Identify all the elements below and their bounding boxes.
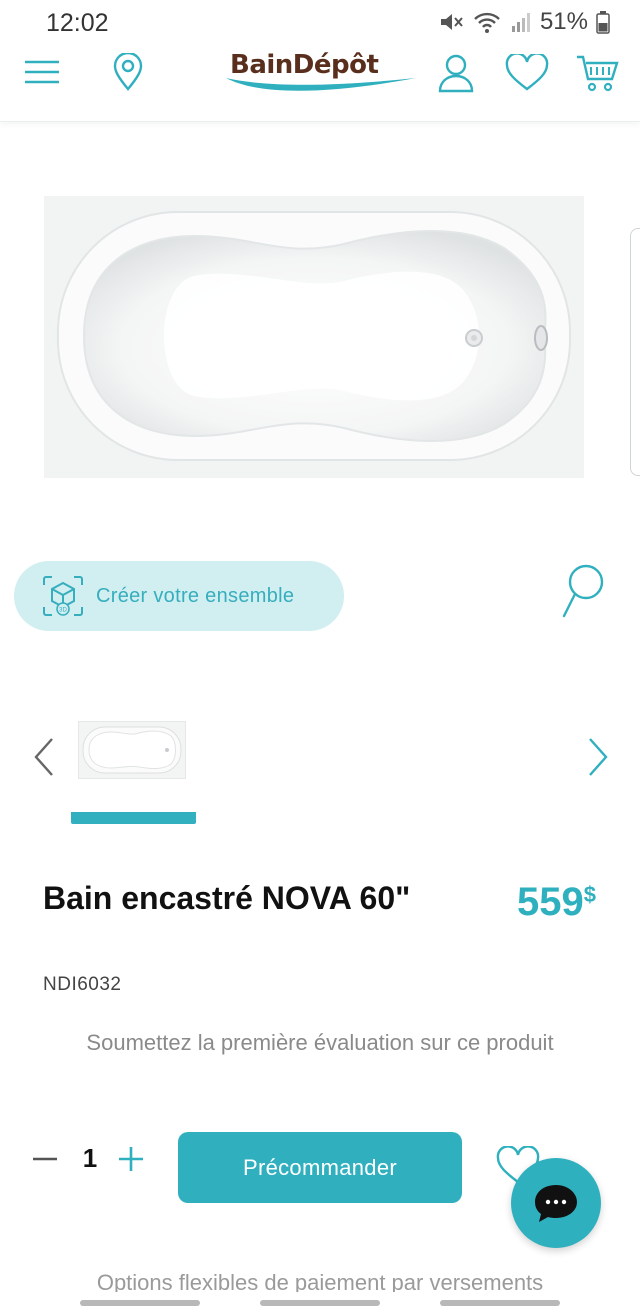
thumbnail-image[interactable] [78, 721, 186, 779]
side-drawer-tab[interactable] [630, 228, 640, 476]
mute-icon [438, 10, 464, 34]
product-title: Bain encastré NOVA 60" [43, 880, 411, 916]
3d-badge-text: 3D [59, 608, 67, 614]
chat-bubble-icon [535, 1185, 577, 1222]
minus-icon [33, 1157, 57, 1161]
thumbnail-active-indicator [71, 812, 196, 824]
bathtub-thumbnail [79, 722, 185, 778]
status-time: 12:02 [46, 9, 109, 37]
menu-icon[interactable] [22, 56, 62, 88]
price-currency: $ [583, 882, 596, 907]
price-amount: 559 [517, 880, 584, 924]
nav-back-button[interactable] [440, 1300, 560, 1306]
preorder-button[interactable]: Précommander [178, 1132, 462, 1203]
location-icon[interactable] [110, 52, 146, 92]
product-price: 559$ [517, 880, 596, 925]
account-icon[interactable] [436, 52, 476, 94]
brand-logo[interactable]: BainDépôt [220, 50, 420, 100]
wishlist-icon[interactable] [504, 52, 550, 94]
create-set-button[interactable]: 3D Créer votre ensemble [14, 561, 344, 631]
quantity-increase-button[interactable] [116, 1144, 146, 1174]
system-nav-bar [0, 1292, 640, 1316]
wifi-icon [472, 10, 502, 34]
status-icons: 51% [438, 8, 610, 36]
3d-cube-icon: 3D [42, 575, 84, 617]
site-header: BainDépôt [0, 44, 640, 122]
review-prompt-link[interactable]: Soumettez la première évaluation sur ce … [70, 1030, 570, 1056]
bathtub-image [44, 196, 584, 478]
nav-recents-button[interactable] [80, 1300, 200, 1306]
quantity-value[interactable]: 1 [80, 1143, 100, 1174]
signal-icon [510, 11, 532, 33]
battery-percent: 51% [539, 8, 588, 35]
quantity-decrease-button[interactable] [30, 1144, 60, 1174]
chevron-left-icon[interactable] [30, 735, 60, 779]
create-set-label: Créer votre ensemble [96, 584, 295, 607]
battery-icon [596, 10, 610, 34]
product-main-image[interactable] [44, 196, 584, 478]
logo-swoosh [226, 78, 416, 91]
zoom-search-icon[interactable] [556, 562, 608, 622]
chevron-right-icon[interactable] [582, 735, 612, 779]
cart-icon[interactable] [574, 52, 620, 94]
chat-button[interactable] [511, 1158, 601, 1248]
nav-home-button[interactable] [260, 1300, 380, 1306]
status-bar: 12:02 51% [0, 0, 640, 44]
product-sku: NDI6032 [43, 974, 122, 995]
plus-icon [119, 1147, 143, 1171]
